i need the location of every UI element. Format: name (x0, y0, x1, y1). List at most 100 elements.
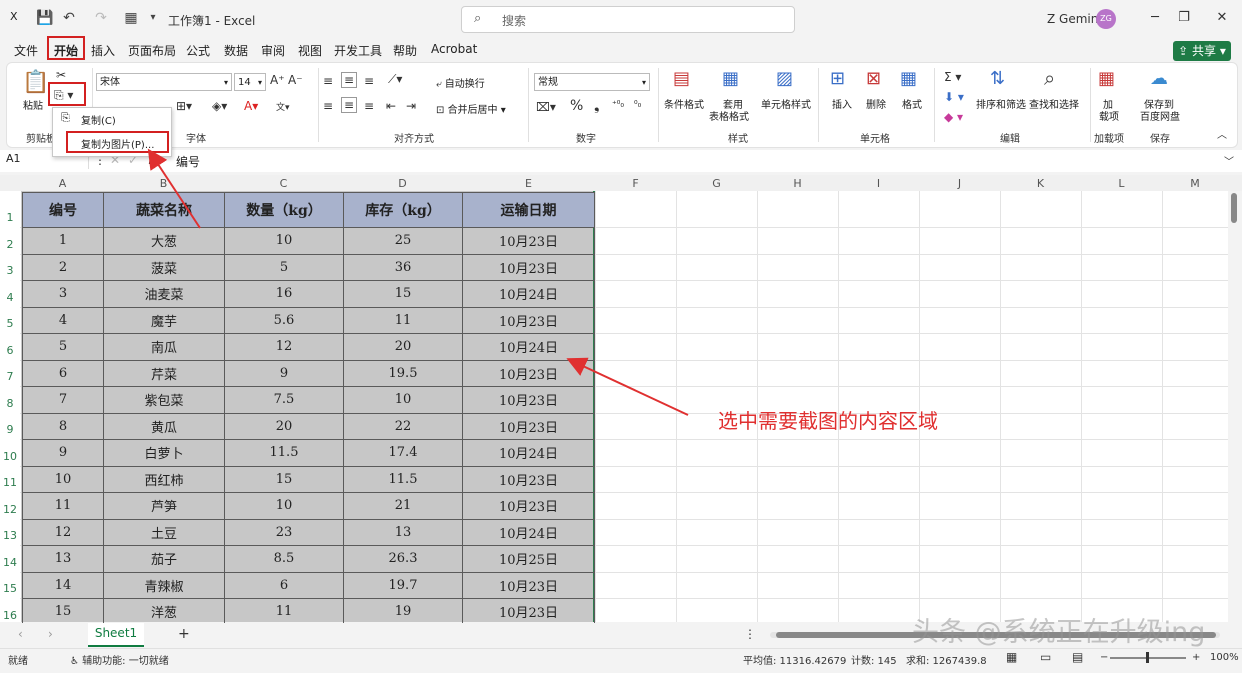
table-cell[interactable]: 土豆 (103, 518, 225, 546)
table-cell[interactable]: 10月23日 (462, 359, 595, 387)
table-cell[interactable]: 19.7 (343, 571, 463, 599)
table-cell[interactable]: 12 (22, 518, 104, 546)
cell-styles-label[interactable]: 单元格样式 (761, 96, 811, 111)
column-header-c[interactable]: C (224, 177, 343, 190)
table-cell[interactable]: 7 (22, 386, 104, 414)
table-cell[interactable]: 芦笋 (103, 492, 225, 520)
conditional-format-icon[interactable]: ▤ (673, 68, 690, 89)
customize-qat-icon[interactable]: ▾ (144, 9, 162, 27)
row-header-3[interactable]: 3 (0, 264, 20, 277)
expand-formula-icon[interactable]: ﹀ (1224, 153, 1234, 168)
copy-as-picture-menu-item[interactable]: 复制为图片(P)... (81, 136, 154, 151)
table-cell[interactable]: 10月23日 (462, 492, 595, 520)
table-cell[interactable]: 4 (22, 306, 104, 334)
avatar[interactable]: ZG (1096, 9, 1116, 29)
accessibility-status[interactable]: ♿ 辅助功能: 一切就绪 (70, 652, 169, 667)
sort-filter-label[interactable]: 排序和筛选 (976, 96, 1026, 111)
percent-icon[interactable]: % (570, 98, 583, 114)
table-cell[interactable]: 20 (343, 333, 463, 361)
font-size-select[interactable]: 14 ▾ (234, 73, 266, 91)
table-cell[interactable]: 8.5 (224, 545, 344, 573)
table-cell[interactable]: 10 (343, 386, 463, 414)
table-cell[interactable]: 7.5 (224, 386, 344, 414)
sheet-tab[interactable]: Sheet1 (88, 623, 144, 647)
tab-acrobat[interactable]: Acrobat (431, 42, 477, 56)
table-header-cell[interactable]: 库存（kg） (343, 192, 463, 228)
align-left-icon[interactable]: ≡ (323, 99, 333, 113)
row-header-6[interactable]: 6 (0, 344, 20, 357)
column-header-f[interactable]: F (595, 177, 676, 190)
tab-help[interactable]: 帮助 (393, 42, 417, 59)
close-icon[interactable]: ✕ (1214, 10, 1230, 26)
table-cell[interactable]: 15 (343, 280, 463, 308)
table-cell[interactable]: 23 (224, 518, 344, 546)
addins-label-2[interactable]: 载项 (1099, 108, 1119, 123)
table-cell[interactable]: 油麦菜 (103, 280, 225, 308)
zoom-slider-handle[interactable] (1146, 652, 1149, 663)
table-cell[interactable]: 洋葱 (103, 598, 225, 626)
table-cell[interactable]: 19.5 (343, 359, 463, 387)
paste-label[interactable]: 粘贴 (23, 97, 43, 112)
table-cell[interactable]: 17.4 (343, 439, 463, 467)
addins-icon[interactable]: ▦ (1098, 68, 1115, 89)
comma-icon[interactable]: ❟ (594, 98, 600, 114)
table-cell[interactable]: 芹菜 (103, 359, 225, 387)
prev-sheet-icon[interactable]: ‹ (18, 627, 23, 641)
column-header-d[interactable]: D (343, 177, 462, 190)
redo-icon[interactable]: ↷ (92, 9, 110, 27)
row-header-5[interactable]: 5 (0, 317, 20, 330)
column-header-b[interactable]: B (103, 177, 224, 190)
row-header-15[interactable]: 15 (0, 582, 20, 595)
table-cell[interactable]: 10月24日 (462, 439, 595, 467)
cell-styles-icon[interactable]: ▨ (776, 68, 793, 89)
row-header-13[interactable]: 13 (0, 529, 20, 542)
tab-page-layout[interactable]: 页面布局 (128, 42, 176, 59)
baidu-cloud-icon[interactable]: ☁ (1150, 68, 1168, 89)
increase-decimal-icon[interactable]: ⁺⁰₀ (612, 100, 624, 110)
column-header-g[interactable]: G (676, 177, 757, 190)
table-header-cell[interactable]: 蔬菜名称 (103, 192, 225, 228)
copy-menu-item[interactable]: 复制(C) (81, 112, 116, 127)
table-cell[interactable]: 5.6 (224, 306, 344, 334)
table-cell[interactable]: 5 (22, 333, 104, 361)
zoom-level[interactable]: 100% (1210, 652, 1239, 663)
align-top-icon[interactable]: ≡ (323, 74, 333, 88)
format-as-table-label-2[interactable]: 表格格式 (709, 108, 749, 123)
table-cell[interactable]: 2 (22, 253, 104, 281)
zoom-in-icon[interactable]: + (1192, 652, 1200, 663)
formula-input[interactable]: 编号 (176, 153, 200, 170)
table-cell[interactable]: 西红柿 (103, 465, 225, 493)
table-cell[interactable]: 12 (224, 333, 344, 361)
table-cell[interactable]: 15 (22, 598, 104, 626)
table-cell[interactable]: 3 (22, 280, 104, 308)
save-icon[interactable]: 💾 (36, 9, 54, 27)
normal-view-icon[interactable]: ▦ (1006, 650, 1017, 664)
share-button[interactable]: ⇪ 共享 ▾ (1173, 41, 1231, 61)
column-header-m[interactable]: M (1162, 177, 1228, 190)
table-cell[interactable]: 10月23日 (462, 253, 595, 281)
table-cell[interactable]: 6 (22, 359, 104, 387)
insert-label[interactable]: 插入 (832, 96, 852, 111)
merge-center-button[interactable]: ⊡ 合并后居中 ▾ (436, 101, 506, 116)
table-cell[interactable]: 25 (343, 227, 463, 255)
table-cell[interactable]: 10月23日 (462, 227, 595, 255)
table-cell[interactable]: 10 (224, 227, 344, 255)
row-header-16[interactable]: 16 (0, 609, 20, 622)
table-cell[interactable]: 10 (224, 492, 344, 520)
next-sheet-icon[interactable]: › (48, 627, 53, 641)
table-cell[interactable]: 白萝卜 (103, 439, 225, 467)
row-header-8[interactable]: 8 (0, 397, 20, 410)
column-header-h[interactable]: H (757, 177, 838, 190)
search-box[interactable]: ⌕ 搜索 (461, 6, 795, 33)
row-header-11[interactable]: 11 (0, 476, 20, 489)
table-cell[interactable]: 11.5 (224, 439, 344, 467)
delete-cells-icon[interactable]: ⊠ (866, 68, 881, 89)
tab-formulas[interactable]: 公式 (186, 42, 210, 59)
table-header-cell[interactable]: 编号 (22, 192, 104, 228)
table-cell[interactable]: 10月23日 (462, 465, 595, 493)
sort-filter-icon[interactable]: ⇅ (990, 68, 1005, 89)
tab-developer[interactable]: 开发工具 (334, 42, 382, 59)
table-cell[interactable]: 11 (224, 598, 344, 626)
minimize-icon[interactable]: ─ (1147, 10, 1163, 26)
table-cell[interactable]: 21 (343, 492, 463, 520)
